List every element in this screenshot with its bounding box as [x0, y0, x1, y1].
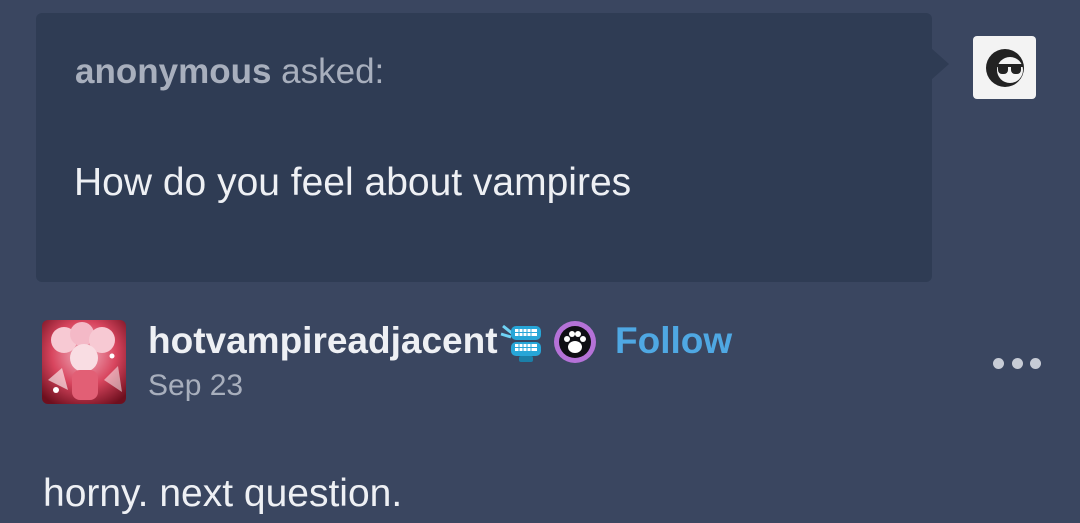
more-dot	[1030, 357, 1041, 369]
post-body-text: horny. next question.	[43, 472, 403, 515]
ask-header: anonymous asked:	[75, 52, 384, 92]
sunglasses-face-icon	[985, 48, 1024, 87]
ask-verb: asked:	[281, 52, 385, 91]
post-username[interactable]: hotvampireadjacent	[148, 320, 498, 362]
anonymous-avatar	[973, 36, 1036, 99]
more-dot	[1011, 357, 1023, 369]
user-avatar[interactable]	[42, 320, 126, 404]
paw-print-badge-icon[interactable]	[553, 320, 597, 364]
post-date[interactable]: Sep 23	[148, 369, 243, 403]
chattering-teeth-badge-icon[interactable]	[499, 320, 547, 364]
ask-bubble: anonymous asked: How do you feel about v…	[36, 13, 932, 282]
ask-question: How do you feel about vampires	[74, 161, 632, 204]
asker-name[interactable]: anonymous	[75, 52, 271, 91]
more-options-icon[interactable]	[993, 352, 1041, 374]
ask-bubble-tail	[931, 48, 949, 80]
more-dot	[993, 357, 1004, 369]
follow-button[interactable]: Follow	[615, 320, 732, 362]
